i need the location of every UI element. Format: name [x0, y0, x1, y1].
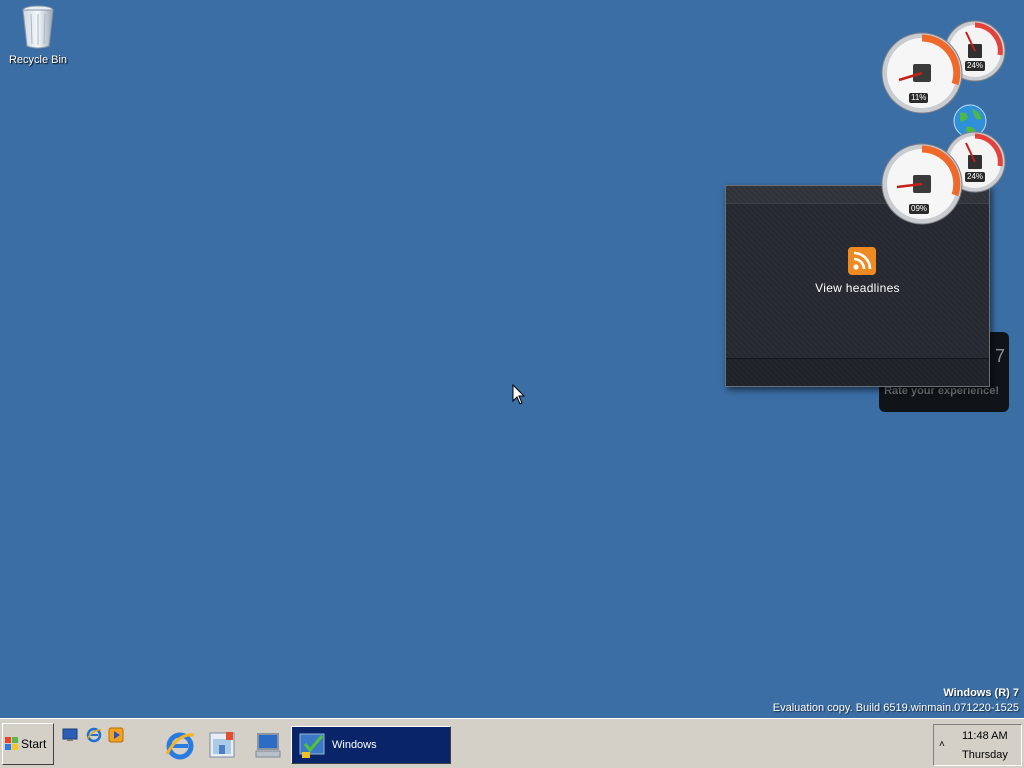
- build-watermark: Windows (R) 7 Evaluation copy. Build 651…: [773, 686, 1019, 716]
- computer-icon[interactable]: [252, 729, 284, 761]
- watermark-title: Windows (R) 7: [943, 687, 1019, 699]
- mouse-cursor-icon: [512, 384, 526, 405]
- view-headlines-link[interactable]: View headlines: [726, 281, 989, 295]
- task-button-label: Windows: [332, 739, 377, 751]
- media-player-icon[interactable]: [108, 727, 124, 743]
- clock-time[interactable]: 11:48 AM: [962, 730, 1008, 742]
- feedback-gadget-number: 7: [994, 346, 1005, 366]
- start-label: Start: [21, 737, 47, 751]
- notification-area[interactable]: ˄ 11:48 AM Thursday: [933, 724, 1022, 766]
- watermark-build: Evaluation copy. Build 6519.winmain.0712…: [772, 702, 1019, 714]
- taskbar: Start Windows ˄ 11:48 AM Thursday: [0, 718, 1024, 768]
- cpu-meter-gadget-2[interactable]: 09%: [881, 143, 963, 225]
- memory-meter-value: 24%: [965, 61, 986, 71]
- recycle-bin-label: Recycle Bin: [8, 54, 68, 66]
- feed-gadget-footer: [726, 358, 989, 386]
- chevron-up-icon[interactable]: ˄: [939, 739, 945, 750]
- memory-meter-value-2: 24%: [965, 172, 986, 182]
- cpu-meter-value: 11%: [909, 93, 929, 103]
- clock-day[interactable]: Thursday: [962, 749, 1008, 761]
- rss-icon: [848, 247, 876, 275]
- start-button[interactable]: Start: [2, 723, 54, 765]
- recycle-bin-icon: [22, 5, 54, 49]
- windows-checklist-icon: [299, 733, 325, 758]
- internet-explorer-icon[interactable]: [86, 727, 102, 743]
- cpu-meter-value-2: 09%: [909, 204, 930, 214]
- recycle-bin-shortcut[interactable]: Recycle Bin: [6, 2, 70, 66]
- task-button-windows[interactable]: Windows: [291, 726, 451, 764]
- internet-explorer-pinned-icon[interactable]: [164, 729, 196, 761]
- cpu-meter-gadget[interactable]: 11%: [881, 32, 963, 114]
- show-desktop-icon[interactable]: [62, 727, 78, 743]
- file-explorer-icon[interactable]: [206, 729, 238, 761]
- windows-logo-icon: [5, 737, 18, 750]
